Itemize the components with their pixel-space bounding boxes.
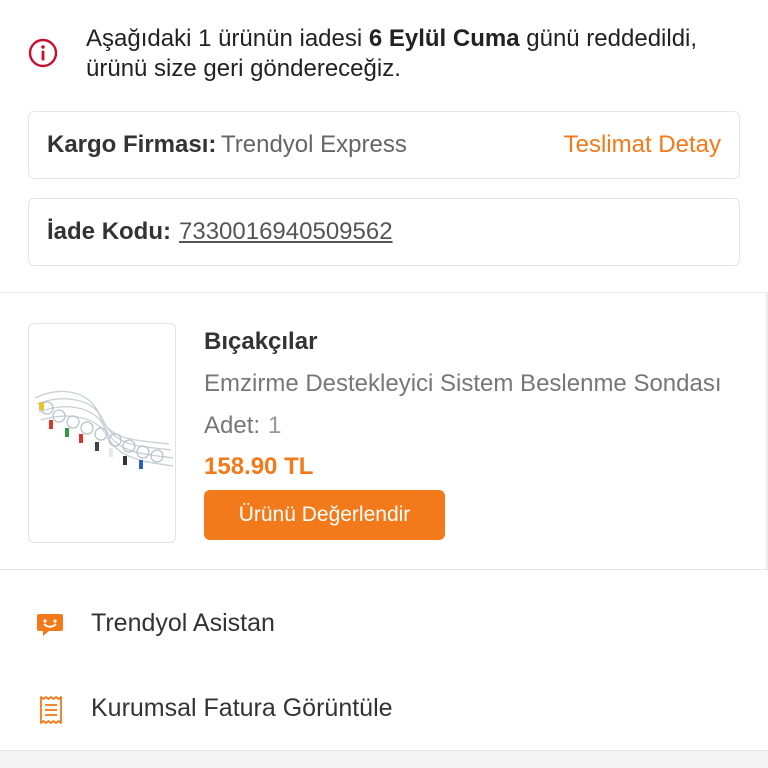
quantity-label: Adet:	[204, 412, 261, 439]
return-code-box: İade Kodu: 7330016940509562	[28, 198, 740, 266]
menu-item-corporate-invoice[interactable]: Kurumsal Fatura Görüntüle	[0, 674, 768, 744]
return-code-value[interactable]: 7330016940509562	[179, 218, 393, 246]
shipping-info-box: Kargo Firması: Trendyol Express Teslimat…	[28, 111, 740, 179]
menu-item-assistant[interactable]: Trendyol Asistan	[0, 589, 768, 659]
product-image[interactable]	[28, 323, 176, 543]
alert-message: Aşağıdaki 1 ürünün iadesi 6 Eylül Cuma g…	[86, 25, 698, 82]
receipt-icon	[40, 696, 62, 724]
shipping-label: Kargo Firması:	[47, 131, 217, 158]
shipping-company: Trendyol Express	[221, 131, 407, 158]
info-circle-icon	[28, 38, 58, 68]
product-name[interactable]: Emzirme Destekleyici Sistem Beslenme Son…	[204, 370, 744, 398]
chat-bubble-icon	[37, 614, 63, 636]
product-card: Bıçakçılar Emzirme Destekleyici Sistem B…	[0, 292, 768, 570]
rejection-alert: Aşağıdaki 1 ürünün iadesi 6 Eylül Cuma g…	[0, 18, 768, 88]
quantity: Adet: 1	[204, 412, 281, 440]
return-code-label: İade Kodu:	[47, 218, 171, 245]
seller-name[interactable]: Bıçakçılar	[204, 328, 317, 356]
return-detail-page: Aşağıdaki 1 ürünün iadesi 6 Eylül Cuma g…	[0, 0, 768, 768]
bottom-divider	[0, 750, 768, 768]
delivery-detail-link[interactable]: Teslimat Detay	[564, 131, 721, 159]
feeding-tubes-illustration	[34, 390, 174, 469]
quantity-value: 1	[268, 412, 282, 439]
menu-item-label: Trendyol Asistan	[91, 609, 275, 637]
rate-product-button[interactable]: Ürünü Değerlendir	[204, 490, 445, 540]
menu-item-label: Kurumsal Fatura Görüntüle	[91, 694, 393, 722]
product-price: 158.90 TL	[204, 453, 314, 480]
